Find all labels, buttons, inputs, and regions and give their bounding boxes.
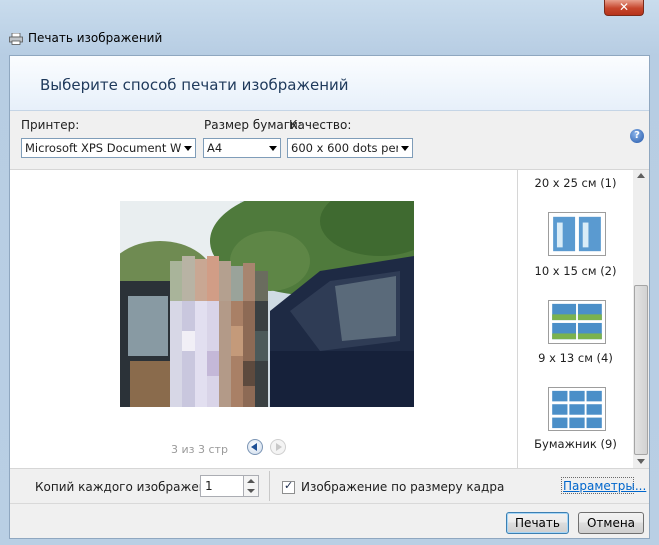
quality-label: Качество: [289,118,352,132]
printer-select[interactable]: Microsoft XPS Document Writer [21,138,196,158]
scrollbar-thumb[interactable] [634,285,648,455]
copies-spinner[interactable] [244,475,259,497]
layout-label[interactable]: 20 x 25 см (1) [518,176,633,190]
previous-page-icon[interactable] [247,439,263,455]
chevron-down-icon [266,139,280,157]
photo-preview [120,201,414,407]
layout-thumbnail-2[interactable] [548,212,606,256]
help-icon[interactable]: ? [630,129,644,143]
quality-select-value: 600 x 600 dots per inch [291,141,412,155]
paper-size-select[interactable]: A4 [203,138,281,158]
printer-select-value: Microsoft XPS Document Writer [25,141,196,155]
chevron-down-icon [181,139,195,157]
copies-label: Копий каждого изображения: [35,480,226,494]
chevron-down-icon [398,139,412,157]
options-link[interactable]: Параметры... [563,479,646,493]
layout-thumbnail-9[interactable] [548,387,606,431]
layout-scrollbar[interactable] [633,169,649,469]
scroll-down-icon[interactable] [637,459,645,464]
dialog-window: ✕ Печать изображений Выберите способ печ… [0,0,659,545]
instruction-text: Выберите способ печати изображений [40,76,349,94]
cancel-button[interactable]: Отмена [578,512,644,534]
page-indicator: 3 из 3 стр [171,443,228,456]
fit-to-frame-label[interactable]: Изображение по размеру кадра [301,480,504,494]
spin-down-icon[interactable] [247,489,255,493]
fit-to-frame-checkbox[interactable] [282,479,295,494]
quality-select[interactable]: 600 x 600 dots per inch [287,138,413,158]
close-button[interactable]: ✕ [604,0,644,16]
layout-list: 20 x 25 см (1) 10 x 15 см (2) 9 x 13 см … [517,169,633,469]
printer-icon [9,33,23,45]
next-page-icon[interactable] [270,439,286,455]
copies-input[interactable]: 1 [200,475,244,497]
dialog-client-area: Выберите способ печати изображений Принт… [9,55,650,539]
divider [269,471,270,501]
printer-label: Принтер: [21,118,80,132]
window-title: Печать изображений [28,31,163,45]
instruction-header: Выберите способ печати изображений [10,56,649,111]
paper-size-select-value: A4 [207,141,223,155]
spin-up-icon[interactable] [247,479,255,483]
print-button[interactable]: Печать [506,512,569,534]
scroll-up-icon[interactable] [637,173,645,178]
paper-size-label: Размер бумаги: [204,118,302,132]
layout-label[interactable]: Бумажник (9) [518,437,633,451]
layout-label[interactable]: 9 x 13 см (4) [518,351,633,365]
layout-label[interactable]: 10 x 15 см (2) [518,264,633,278]
layout-thumbnail-4[interactable] [548,300,606,344]
footer-divider [10,503,649,504]
